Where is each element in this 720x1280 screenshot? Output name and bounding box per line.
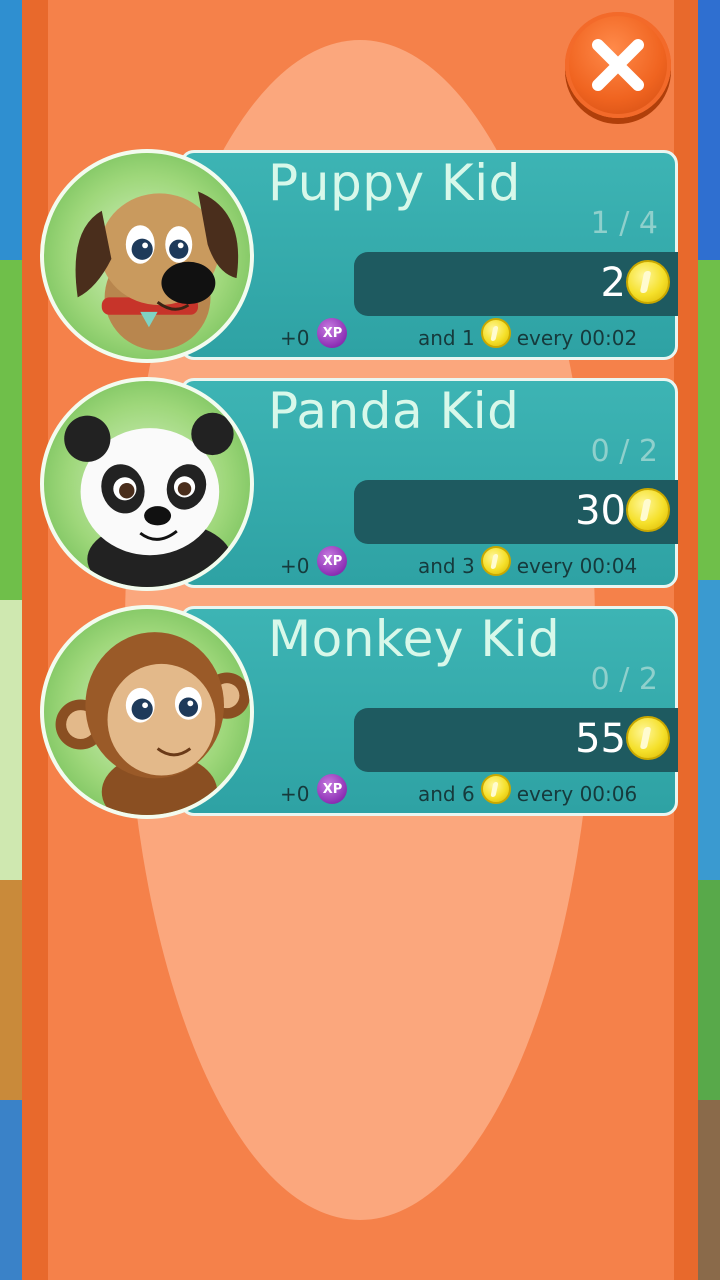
- pet-owned-count: 0 / 2: [590, 434, 658, 469]
- pet-title: Panda Kid: [268, 382, 520, 440]
- income-amount: and 1: [418, 326, 475, 350]
- price-value: 55: [575, 716, 626, 762]
- pet-title: Monkey Kid: [268, 610, 561, 668]
- xp-icon: XP: [317, 546, 348, 576]
- income-info: and 3 every 00:04: [418, 546, 638, 578]
- income-amount: and 6: [418, 782, 475, 806]
- xp-reward: +0 XP: [280, 318, 348, 350]
- close-icon: [592, 39, 644, 91]
- panda-icon: [40, 377, 254, 591]
- pet-card-monkey[interactable]: Monkey Kid 0 / 2 55 +0 XP and 6 every 00…: [40, 605, 680, 819]
- pet-owned-count: 0 / 2: [590, 662, 658, 697]
- xp-icon: XP: [317, 318, 348, 348]
- income-info: and 1 every 00:02: [418, 318, 638, 350]
- xp-value: +0: [280, 554, 310, 578]
- pet-owned-count: 1 / 4: [590, 206, 658, 241]
- income-interval: every 00:02: [516, 326, 638, 350]
- pet-card-panda[interactable]: Panda Kid 0 / 2 30 +0 XP and 3 every 00:…: [40, 377, 680, 591]
- xp-reward: +0 XP: [280, 546, 348, 578]
- income-interval: every 00:06: [516, 782, 638, 806]
- buy-button[interactable]: 30: [354, 480, 678, 544]
- buy-button[interactable]: 55: [354, 708, 678, 772]
- coin-icon: [480, 318, 511, 348]
- xp-value: +0: [280, 782, 310, 806]
- price-value: 2: [600, 260, 626, 306]
- pet-card-puppy[interactable]: Puppy Kid 1 / 4 2 +0 XP and 1 every 00:0…: [40, 149, 680, 363]
- xp-value: +0: [280, 326, 310, 350]
- xp-reward: +0 XP: [280, 774, 348, 806]
- coin-icon: [626, 488, 670, 532]
- xp-icon: XP: [317, 774, 348, 804]
- coin-icon: [480, 546, 511, 576]
- coin-icon: [480, 774, 511, 804]
- puppy-icon: [40, 149, 254, 363]
- monkey-icon: [40, 605, 254, 819]
- income-interval: every 00:04: [516, 554, 638, 578]
- pet-title: Puppy Kid: [268, 154, 521, 212]
- close-button[interactable]: [565, 12, 671, 118]
- coin-icon: [626, 716, 670, 760]
- coin-icon: [626, 260, 670, 304]
- income-info: and 6 every 00:06: [418, 774, 638, 806]
- income-amount: and 3: [418, 554, 475, 578]
- buy-button[interactable]: 2: [354, 252, 678, 316]
- price-value: 30: [575, 488, 626, 534]
